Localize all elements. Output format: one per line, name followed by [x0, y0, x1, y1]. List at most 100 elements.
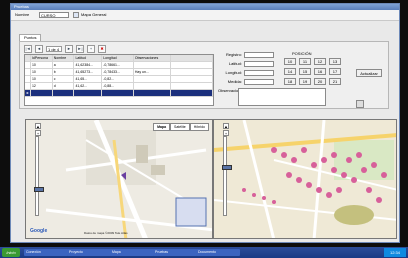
- position-button[interactable]: 18: [284, 78, 296, 85]
- grid-header-cell[interactable]: Nombre: [53, 55, 75, 61]
- grid-cell[interactable]: [134, 76, 172, 82]
- zoom-slider[interactable]: [34, 136, 44, 216]
- grid-cell: [171, 76, 213, 82]
- grid-cell[interactable]: [31, 90, 53, 96]
- tab-puntos[interactable]: Puntos: [19, 34, 42, 41]
- grid-cell[interactable]: -0,88...: [102, 83, 134, 89]
- map-left-roads: [45, 120, 212, 238]
- grid-cell[interactable]: 10: [31, 69, 53, 75]
- grid-cell[interactable]: [53, 90, 75, 96]
- first-record-button[interactable]: |◄: [24, 44, 32, 53]
- taskbar-item[interactable]: Proyecto: [67, 249, 111, 256]
- position-button[interactable]: 13: [329, 58, 341, 65]
- points-grid[interactable]: IdPersona Nombre Latitud Longitud Observ…: [24, 54, 214, 106]
- grid-cell[interactable]: 10: [31, 62, 53, 68]
- table-row[interactable]: 12 d 41,62... -0,88...: [25, 83, 213, 90]
- position-button[interactable]: 11: [299, 58, 311, 65]
- zoom-slider-knob[interactable]: [222, 165, 232, 170]
- grid-header: IdPersona Nombre Latitud Longitud Observ…: [25, 55, 213, 62]
- grid-cell[interactable]: [134, 83, 172, 89]
- table-row-new[interactable]: ►: [25, 90, 213, 97]
- toolbar: Nombre CURSO Mapa General: [11, 10, 399, 21]
- tab-strip: Puntos: [19, 34, 42, 41]
- position-button[interactable]: 19: [299, 78, 311, 85]
- zoom-slider-knob[interactable]: [34, 187, 44, 192]
- grid-cell[interactable]: [134, 90, 172, 96]
- medida-field[interactable]: [244, 79, 274, 85]
- taskbar-item[interactable]: Mapa: [110, 249, 154, 256]
- grid-header-cell[interactable]: Longitud: [102, 55, 134, 61]
- name-field[interactable]: CURSO: [39, 12, 69, 18]
- actualizar-button[interactable]: Actualizar: [356, 69, 382, 77]
- map-general-button[interactable]: [73, 12, 79, 18]
- position-button[interactable]: 12: [314, 58, 326, 65]
- position-button[interactable]: 20: [314, 78, 326, 85]
- position-button[interactable]: 14: [284, 68, 296, 75]
- position-button[interactable]: 17: [329, 68, 341, 75]
- grid-cell[interactable]: [102, 90, 134, 96]
- taskbar-item[interactable]: Documento: [196, 249, 240, 256]
- latitud-field[interactable]: [244, 61, 274, 67]
- table-row[interactable]: 10 b 41,65273... -0,78433... Hay un...: [25, 69, 213, 76]
- grid-cell[interactable]: c: [53, 76, 75, 82]
- map-right[interactable]: ▲ +: [213, 119, 397, 239]
- table-row[interactable]: 10 a 41,62384... -0,78661...: [25, 62, 213, 69]
- registro-label: Registro:: [225, 52, 242, 57]
- longitud-label: Longitud:: [225, 70, 242, 75]
- taskbar-item[interactable]: Conexión: [24, 249, 68, 256]
- grid-cell[interactable]: [134, 62, 172, 68]
- zoom-slider-right[interactable]: [222, 136, 232, 216]
- observaciones-field[interactable]: [238, 88, 326, 106]
- position-button[interactable]: 10: [284, 58, 296, 65]
- grid-cell[interactable]: 10: [31, 76, 53, 82]
- position-button[interactable]: 15: [299, 68, 311, 75]
- grid-cell: [171, 62, 213, 68]
- registro-field[interactable]: [244, 52, 274, 58]
- position-button[interactable]: 16: [314, 68, 326, 75]
- grid-cell[interactable]: d: [53, 83, 75, 89]
- grid-cell[interactable]: a: [53, 62, 75, 68]
- grid-cell[interactable]: -0,78661...: [102, 62, 134, 68]
- add-record-button[interactable]: +: [87, 44, 95, 53]
- grid-cell[interactable]: 41,65...: [74, 76, 103, 82]
- medida-label: Medida:: [227, 79, 242, 84]
- grid-cell[interactable]: -0,82...: [102, 76, 134, 82]
- grid-header-cell[interactable]: Observaciones: [134, 55, 172, 61]
- latitud-label: Latitud:: [228, 61, 242, 66]
- points-panel: |◄ ◄ 1 de 4 ► ►| + ✖ IdPersona Nombre La…: [19, 41, 389, 109]
- taskbar-item[interactable]: Pruebas: [153, 249, 197, 256]
- delete-record-button[interactable]: ✖: [98, 44, 106, 53]
- grid-cell: [171, 90, 213, 96]
- table-row[interactable]: 10 c 41,65... -0,82...: [25, 76, 213, 83]
- grid-cell[interactable]: 12: [31, 83, 53, 89]
- grid-cell[interactable]: 41,62...: [74, 83, 103, 89]
- map-type-buttons: Mapa Satélite Híbrido: [153, 123, 209, 131]
- grid-cell[interactable]: 41,65273...: [74, 69, 103, 75]
- last-record-button[interactable]: ►|: [76, 44, 84, 53]
- map-type-satellite-button[interactable]: Satélite: [170, 123, 190, 131]
- map-right-roads: [214, 120, 396, 238]
- grid-header-cell[interactable]: Latitud: [74, 55, 103, 61]
- pan-up-icon[interactable]: ▲: [223, 123, 229, 129]
- grid-header-cell[interactable]: IdPersona: [31, 55, 53, 61]
- map-type-map-button[interactable]: Mapa: [153, 123, 171, 131]
- map-type-hybrid-button[interactable]: Híbrido: [189, 123, 209, 131]
- grid-cell[interactable]: 41,62384...: [74, 62, 103, 68]
- grid-header-cell: [171, 55, 213, 61]
- position-button[interactable]: 21: [329, 78, 341, 85]
- grid-cell[interactable]: Hay un...: [134, 69, 172, 75]
- map-copyright: Datos de mapa ©2009 Tele Atlas: [84, 231, 128, 235]
- grid-cell[interactable]: b: [53, 69, 75, 75]
- map-left[interactable]: ▲ + Mapa Satélite Híbrido Google Datos d…: [25, 119, 213, 239]
- pan-up-icon[interactable]: ▲: [35, 123, 41, 129]
- small-action-button[interactable]: [356, 100, 364, 108]
- grid-cell[interactable]: [74, 90, 103, 96]
- start-button[interactable]: Inicio: [2, 248, 20, 257]
- taskbar: Inicio Conexión Proyecto Mapa Pruebas Do…: [0, 247, 408, 258]
- prev-record-button[interactable]: ◄: [35, 44, 43, 53]
- longitud-field[interactable]: [244, 70, 274, 76]
- next-record-button[interactable]: ►: [65, 44, 73, 53]
- grid-cell[interactable]: -0,78433...: [102, 69, 134, 75]
- grid-cell: [171, 69, 213, 75]
- taskbar-clock: 12:34: [384, 248, 406, 257]
